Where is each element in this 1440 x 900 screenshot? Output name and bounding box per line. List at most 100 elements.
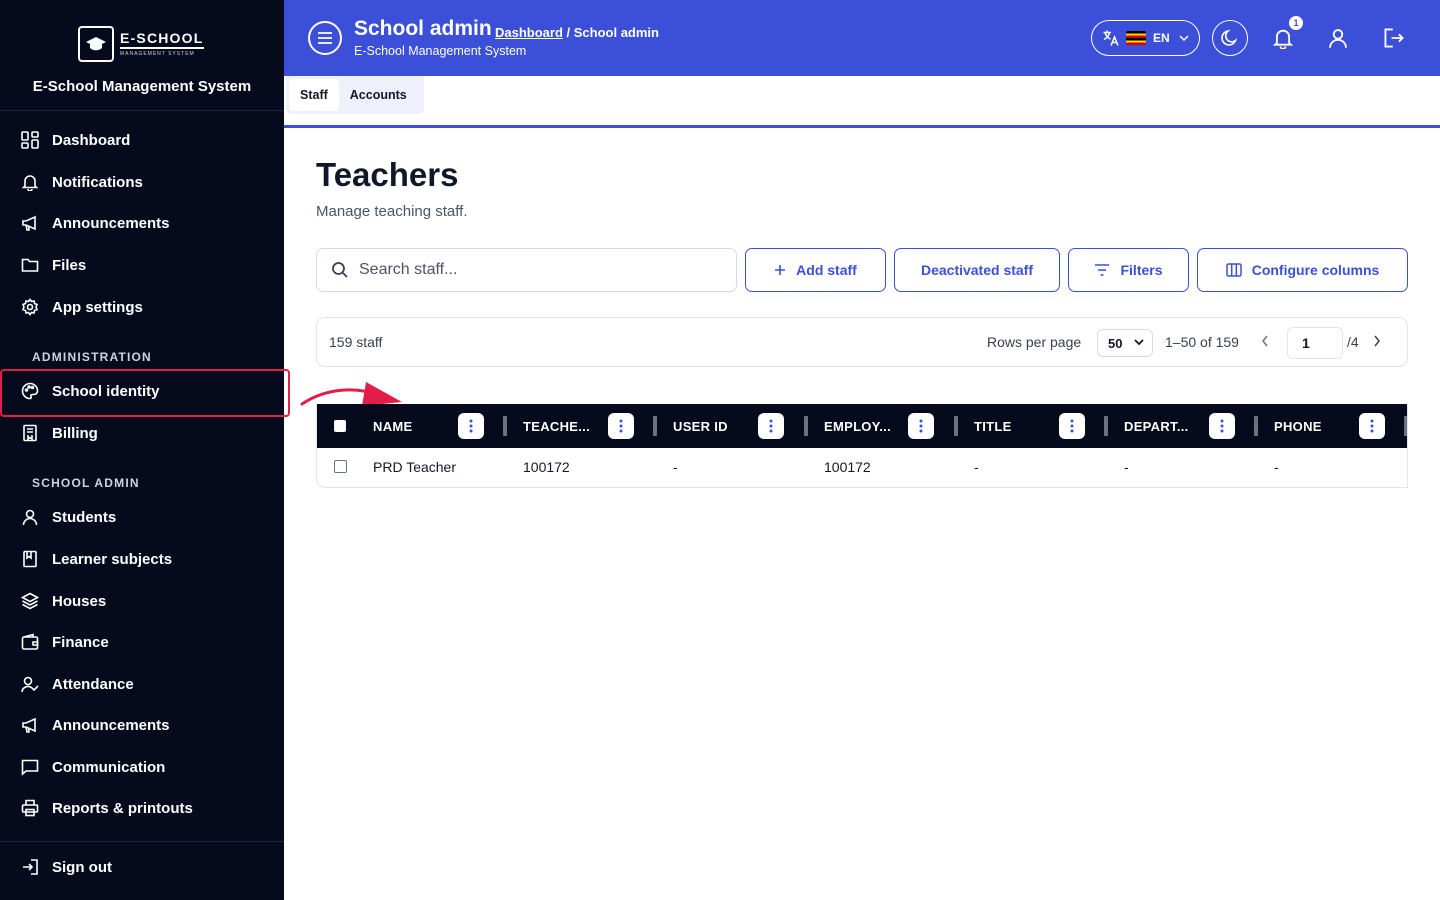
column-menu-button[interactable] [1359,413,1385,439]
column-header-employee[interactable]: EMPLOY... [824,404,891,448]
configure-columns-button[interactable]: Configure columns [1197,248,1408,292]
column-resize-handle[interactable] [804,416,808,436]
sidebar-item-label: Announcements [52,214,170,232]
sidebar: E-SCHOOL MANAGEMENT SYSTEM E-School Mana… [0,0,290,900]
flag-icon [1126,31,1146,45]
column-menu-button[interactable] [908,413,934,439]
sidebar-item-label: Houses [52,592,107,610]
plus-icon [774,264,786,276]
gear-icon [20,297,40,317]
column-resize-handle[interactable] [1104,416,1108,436]
sidebar-item-announcements-school[interactable]: Announcements [0,705,284,745]
column-menu-button[interactable] [458,413,484,439]
column-resize-handle[interactable] [954,416,958,436]
deactivated-staff-button[interactable]: Deactivated staff [894,248,1060,292]
language-selector[interactable]: EN [1091,20,1200,56]
rows-per-page-select[interactable]: 50 [1097,329,1153,357]
column-menu-button[interactable] [1209,413,1235,439]
row-checkbox[interactable] [334,460,347,473]
page-subtitle: Manage teaching staff. [316,203,468,220]
sidebar-item-announcements[interactable]: Announcements [0,203,284,243]
logo-main-text: E-SCHOOL [120,31,204,49]
hamburger-icon [318,32,332,44]
notification-badge: 1 [1289,16,1303,30]
column-header-department[interactable]: DEPART... [1124,404,1189,448]
logout-button[interactable] [1381,25,1407,51]
grid-icon [20,130,40,150]
megaphone-icon [20,213,40,233]
section-label-administration: ADMINISTRATION [32,350,152,364]
tab-accounts[interactable]: Accounts [339,79,418,111]
sign-out-icon [20,857,40,877]
divider [0,841,284,842]
cell-department: - [1124,459,1129,475]
table-header: NAME TEACHE... USER ID EMPLOY... TITLE D… [317,404,1407,448]
header-subtitle: E-School Management System [354,44,527,58]
layers-icon [20,591,40,611]
sidebar-item-label: Billing [52,424,98,442]
search-input[interactable] [359,261,719,279]
wallet-icon [20,632,40,652]
column-header-teacher[interactable]: TEACHE... [523,404,590,448]
sidebar-item-billing[interactable]: Billing [0,413,284,453]
column-menu-button[interactable] [608,413,634,439]
sidebar-item-communication[interactable]: Communication [0,747,284,787]
megaphone-icon [20,715,40,735]
chevron-down-icon [1179,35,1189,41]
chat-icon [20,757,40,777]
more-vertical-icon [919,419,923,433]
more-vertical-icon [469,419,473,433]
sidebar-item-files[interactable]: Files [0,245,284,285]
add-staff-button[interactable]: Add staff [745,248,886,292]
column-resize-handle[interactable] [1254,416,1258,436]
sidebar-item-finance[interactable]: Finance [0,622,284,662]
column-header-name[interactable]: NAME [373,404,412,448]
filters-button[interactable]: Filters [1068,248,1189,292]
breadcrumb-dashboard-link[interactable]: Dashboard [495,25,563,40]
chevron-right-icon[interactable] [1373,335,1381,347]
chevron-left-icon[interactable] [1261,335,1269,347]
sidebar-item-notifications[interactable]: Notifications [0,162,284,202]
sidebar-item-label: School identity [52,382,160,400]
printer-icon [20,798,40,818]
profile-button[interactable] [1325,25,1351,51]
section-label-school-admin: SCHOOL ADMIN [32,476,140,490]
sidebar-item-students[interactable]: Students [0,497,284,537]
sidebar-item-houses[interactable]: Houses [0,581,284,621]
column-resize-handle[interactable] [1404,416,1407,436]
theme-toggle-button[interactable] [1212,20,1248,56]
sidebar-item-learner-subjects[interactable]: Learner subjects [0,539,284,579]
total-pages: /4 [1347,334,1359,350]
column-header-title[interactable]: TITLE [974,404,1012,448]
menu-button[interactable] [308,21,342,55]
column-header-user-id[interactable]: USER ID [673,404,728,448]
sidebar-item-sign-out[interactable]: Sign out [0,847,284,887]
more-vertical-icon [1220,419,1224,433]
sidebar-item-reports[interactable]: Reports & printouts [0,788,284,828]
filter-icon [1094,264,1110,276]
column-resize-handle[interactable] [503,416,507,436]
select-all-checkbox[interactable] [334,420,346,432]
column-menu-button[interactable] [1059,413,1085,439]
more-vertical-icon [1070,419,1074,433]
column-menu-button[interactable] [758,413,784,439]
column-resize-handle[interactable] [653,416,657,436]
tab-staff[interactable]: Staff [289,79,339,111]
language-code: EN [1153,31,1170,45]
sidebar-item-attendance[interactable]: Attendance [0,664,284,704]
top-header: School admin Dashboard / School admin E-… [284,0,1440,76]
logout-icon [1384,28,1404,48]
sidebar-item-app-settings[interactable]: App settings [0,287,284,327]
page-number-input[interactable]: 1 [1287,327,1343,359]
sidebar-item-label: Students [52,508,117,526]
sidebar-item-dashboard[interactable]: Dashboard [0,120,284,160]
column-header-phone[interactable]: PHONE [1274,404,1322,448]
logo-sub-text: MANAGEMENT SYSTEM [120,51,195,57]
more-vertical-icon [1370,419,1374,433]
brand: E-SCHOOL MANAGEMENT SYSTEM E-School Mana… [0,0,284,111]
graduation-cap-icon [78,26,114,62]
sidebar-item-label: Notifications [52,173,143,191]
more-vertical-icon [619,419,623,433]
sidebar-item-school-identity[interactable]: School identity [0,371,284,411]
rows-per-page-value: 50 [1108,335,1123,351]
